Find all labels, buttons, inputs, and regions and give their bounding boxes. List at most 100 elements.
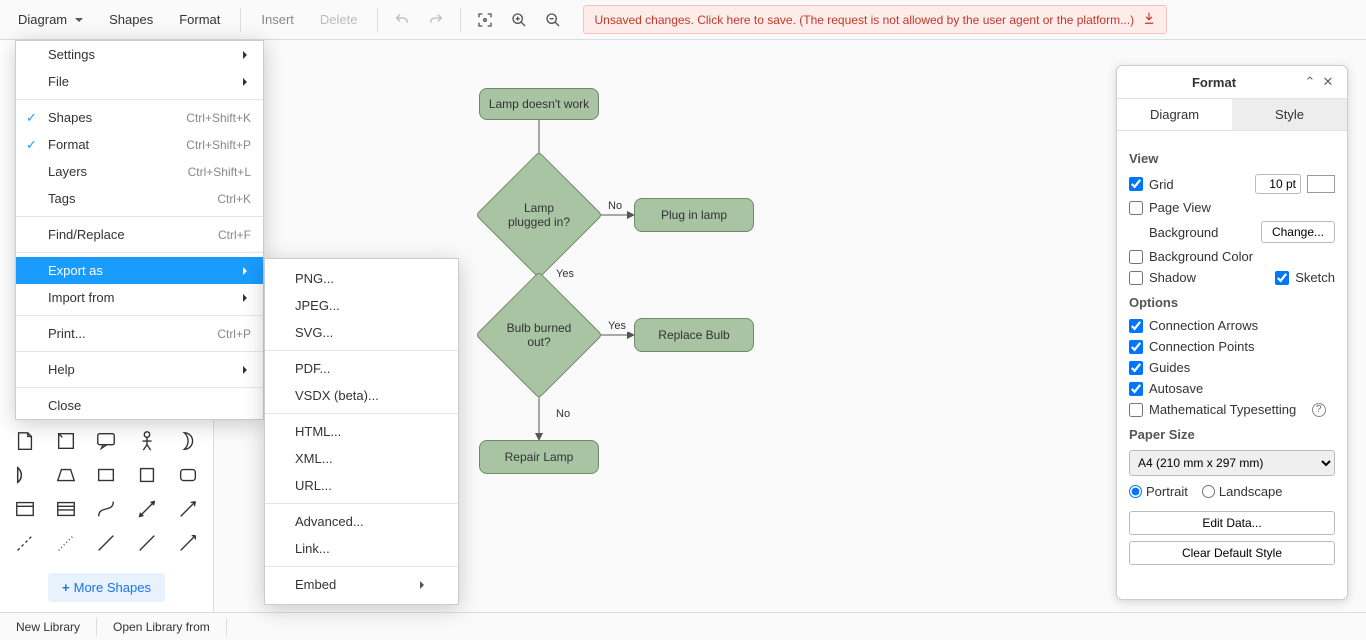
shape-window-icon[interactable] (8, 495, 43, 523)
math-checkbox[interactable] (1129, 403, 1143, 417)
dd-print[interactable]: Print...Ctrl+P (16, 320, 263, 347)
format-panel: Format ⌃ ✕ Diagram Style View Grid Page … (1116, 65, 1348, 600)
zoom-out-icon[interactable] (539, 6, 567, 34)
edit-data-button[interactable]: Edit Data... (1129, 511, 1335, 535)
shape-square-icon[interactable] (130, 461, 165, 489)
edge-label-yes: Yes (554, 268, 576, 280)
edge-label-no: No (606, 200, 624, 212)
dd-tags[interactable]: TagsCtrl+K (16, 185, 263, 212)
guides-checkbox[interactable] (1129, 361, 1143, 375)
dd-format[interactable]: ✓FormatCtrl+Shift+P (16, 131, 263, 158)
bottom-bar: New Library Open Library from (0, 612, 1366, 640)
export-html[interactable]: HTML... (265, 418, 458, 445)
section-options: Options (1129, 295, 1335, 310)
menu-insert[interactable]: Insert (251, 6, 304, 33)
grid-size-input[interactable] (1255, 174, 1301, 194)
shape-thinarrow-icon[interactable] (170, 529, 205, 557)
export-vsdx[interactable]: VSDX (beta)... (265, 382, 458, 409)
export-advanced[interactable]: Advanced... (265, 508, 458, 535)
shape-trapezoid-icon[interactable] (49, 461, 84, 489)
shape-bidir-arrow-icon[interactable] (130, 495, 165, 523)
dd-shapes[interactable]: ✓ShapesCtrl+Shift+K (16, 104, 263, 131)
flow-node-start[interactable]: Lamp doesn't work (479, 88, 599, 120)
landscape-radio[interactable] (1202, 485, 1215, 498)
zoom-in-icon[interactable] (505, 6, 533, 34)
info-icon[interactable]: ? (1312, 403, 1326, 417)
shape-line2-icon[interactable] (130, 529, 165, 557)
dd-import[interactable]: Import from (16, 284, 263, 311)
shape-crescent-icon[interactable] (170, 427, 205, 455)
shape-arrow-icon[interactable] (170, 495, 205, 523)
edge-label-no2: No (554, 408, 572, 420)
more-shapes-button[interactable]: +More Shapes (48, 573, 165, 602)
shadow-checkbox[interactable] (1129, 271, 1143, 285)
export-xml[interactable]: XML... (265, 445, 458, 472)
save-warning-text: Unsaved changes. Click here to save. (Th… (594, 13, 1134, 27)
bgcolor-checkbox[interactable] (1129, 250, 1143, 264)
undo-icon[interactable] (388, 6, 416, 34)
menu-shapes[interactable]: Shapes (99, 6, 163, 33)
pageview-checkbox[interactable] (1129, 201, 1143, 215)
export-svg[interactable]: SVG... (265, 319, 458, 346)
format-panel-title: Format (1127, 75, 1301, 90)
section-view: View (1129, 151, 1335, 166)
dd-help[interactable]: Help (16, 356, 263, 383)
grid-checkbox[interactable] (1129, 177, 1143, 191)
menu-diagram[interactable]: Diagram (8, 6, 93, 33)
download-icon (1142, 11, 1156, 28)
collapse-icon[interactable]: ⌃ (1301, 74, 1319, 90)
new-library-button[interactable]: New Library (0, 620, 96, 634)
shape-list-icon[interactable] (49, 495, 84, 523)
shape-card-icon[interactable] (49, 427, 84, 455)
export-embed[interactable]: Embed (265, 571, 458, 598)
fit-icon[interactable] (471, 6, 499, 34)
diagram-dropdown: Settings File ✓ShapesCtrl+Shift+K ✓Forma… (15, 40, 264, 420)
shape-callout-icon[interactable] (89, 427, 124, 455)
dd-close[interactable]: Close (16, 392, 263, 419)
shape-curve-icon[interactable] (89, 495, 124, 523)
clear-style-button[interactable]: Clear Default Style (1129, 541, 1335, 565)
redo-icon[interactable] (422, 6, 450, 34)
dd-settings[interactable]: Settings (16, 41, 263, 68)
shape-dashline-icon[interactable] (8, 529, 43, 557)
conn-points-checkbox[interactable] (1129, 340, 1143, 354)
shape-actor-icon[interactable] (130, 427, 165, 455)
flow-node-replace[interactable]: Replace Bulb (634, 318, 754, 352)
shapes-palette (0, 419, 213, 565)
export-pdf[interactable]: PDF... (265, 355, 458, 382)
conn-arrows-checkbox[interactable] (1129, 319, 1143, 333)
shape-rect-icon[interactable] (89, 461, 124, 489)
menu-format[interactable]: Format (169, 6, 230, 33)
background-change-button[interactable]: Change... (1261, 221, 1335, 243)
save-warning-bar[interactable]: Unsaved changes. Click here to save. (Th… (583, 5, 1167, 34)
sketch-checkbox[interactable] (1275, 271, 1289, 285)
tab-style[interactable]: Style (1232, 99, 1347, 130)
export-link[interactable]: Link... (265, 535, 458, 562)
dd-file[interactable]: File (16, 68, 263, 95)
flow-node-plugged[interactable]: Lamp plugged in? (494, 170, 584, 260)
open-library-button[interactable]: Open Library from (97, 620, 226, 634)
shape-line-icon[interactable] (89, 529, 124, 557)
dd-export[interactable]: Export as (16, 257, 263, 284)
export-jpeg[interactable]: JPEG... (265, 292, 458, 319)
shape-note-icon[interactable] (8, 427, 43, 455)
autosave-checkbox[interactable] (1129, 382, 1143, 396)
flow-node-bulb[interactable]: Bulb burned out? (494, 290, 584, 380)
export-url[interactable]: URL... (265, 472, 458, 499)
export-png[interactable]: PNG... (265, 265, 458, 292)
close-icon[interactable]: ✕ (1319, 74, 1337, 90)
flow-node-plugin[interactable]: Plug in lamp (634, 198, 754, 232)
export-submenu: PNG... JPEG... SVG... PDF... VSDX (beta)… (264, 258, 459, 605)
dd-layers[interactable]: LayersCtrl+Shift+L (16, 158, 263, 185)
shape-roundrect-icon[interactable] (170, 461, 205, 489)
grid-color-swatch[interactable] (1307, 175, 1335, 193)
paper-size-select[interactable]: A4 (210 mm x 297 mm) (1129, 450, 1335, 476)
flow-node-repair[interactable]: Repair Lamp (479, 440, 599, 474)
portrait-radio[interactable] (1129, 485, 1142, 498)
menu-delete: Delete (310, 6, 368, 33)
section-paper: Paper Size (1129, 427, 1335, 442)
dd-find[interactable]: Find/ReplaceCtrl+F (16, 221, 263, 248)
tab-diagram[interactable]: Diagram (1117, 99, 1232, 130)
shape-dotline-icon[interactable] (49, 529, 84, 557)
shape-halfcircle-icon[interactable] (8, 461, 43, 489)
